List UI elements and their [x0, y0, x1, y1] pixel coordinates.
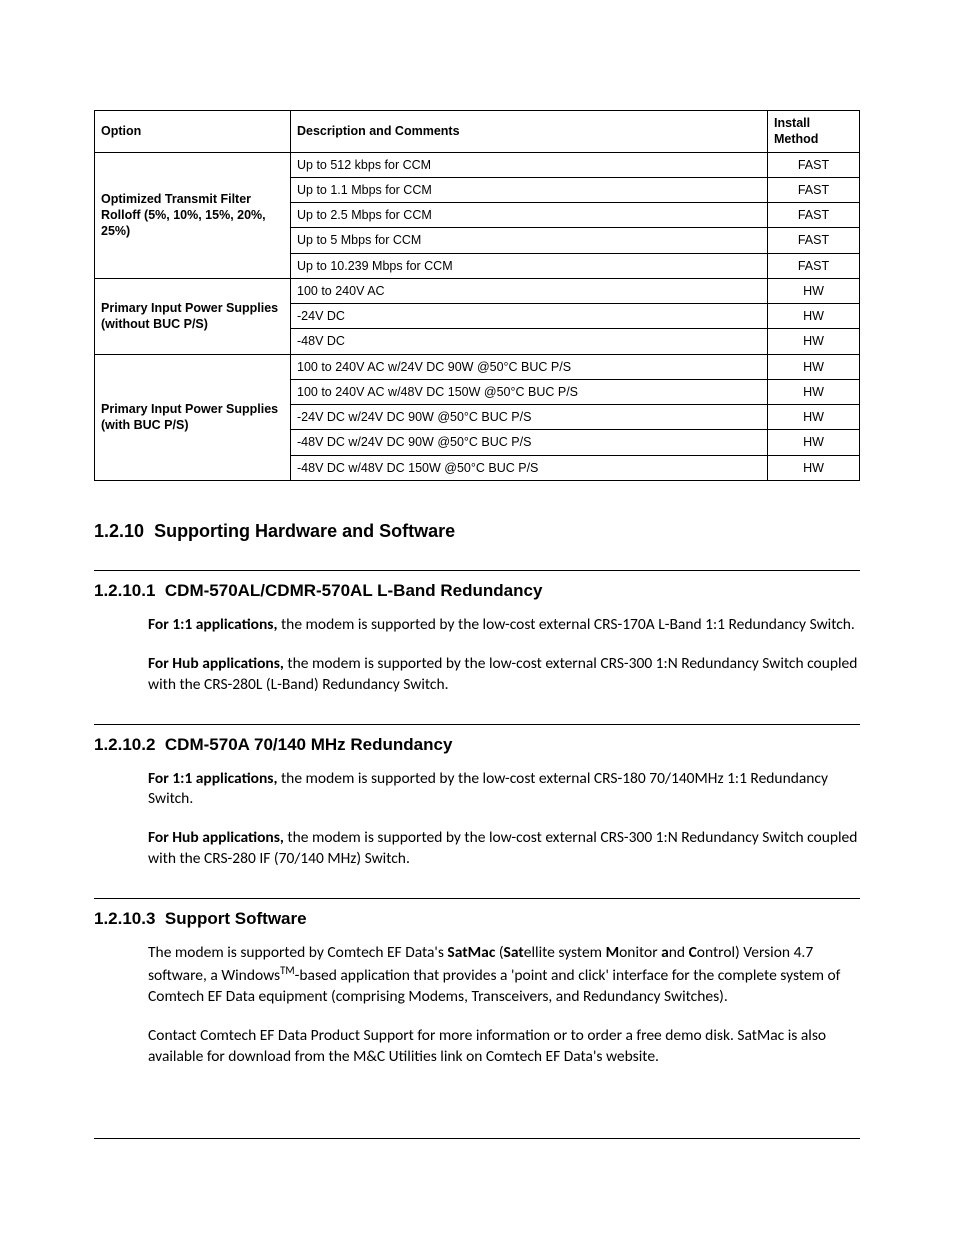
- install-cell: HW: [768, 455, 860, 480]
- desc-cell: -48V DC w/24V DC 90W @50°C BUC P/S: [291, 430, 768, 455]
- install-cell: HW: [768, 379, 860, 404]
- paragraph: The modem is supported by Comtech EF Dat…: [148, 943, 860, 1008]
- body-run: the modem is supported by the low-cost e…: [277, 615, 854, 634]
- page: Option Description and Comments Install …: [0, 0, 954, 1199]
- bold-run: M: [606, 943, 620, 962]
- table-row: Primary Input Power Supplies (with BUC P…: [95, 354, 860, 379]
- desc-cell: Up to 2.5 Mbps for CCM: [291, 203, 768, 228]
- paragraph: For 1:1 applications, the modem is suppo…: [148, 615, 860, 636]
- body-run: Contact Comtech EF Data Product Support …: [148, 1026, 826, 1066]
- option-cell: Primary Input Power Supplies (without BU…: [95, 278, 291, 354]
- section-1-2-10-2: 1.2.10.2 CDM-570A 70/140 MHz Redundancy …: [94, 724, 860, 871]
- heading-1-2-10-2: 1.2.10.2 CDM-570A 70/140 MHz Redundancy: [94, 724, 860, 755]
- paragraph: For Hub applications, the modem is suppo…: [148, 654, 860, 696]
- install-cell: HW: [768, 329, 860, 354]
- install-cell: HW: [768, 278, 860, 303]
- desc-cell: -24V DC w/24V DC 90W @50°C BUC P/S: [291, 405, 768, 430]
- paragraph: Contact Comtech EF Data Product Support …: [148, 1026, 860, 1068]
- footer-rule: [94, 1138, 860, 1139]
- table-header-row: Option Description and Comments Install …: [95, 111, 860, 153]
- desc-cell: -24V DC: [291, 304, 768, 329]
- install-cell: HW: [768, 354, 860, 379]
- body-run: The modem is supported by Comtech EF Dat…: [148, 943, 447, 962]
- heading-title: Support Software: [165, 909, 307, 928]
- heading-num: 1.2.10: [94, 521, 144, 541]
- desc-cell: Up to 1.1 Mbps for CCM: [291, 177, 768, 202]
- bold-run: Sat: [504, 943, 524, 962]
- heading-num: 1.2.10.1: [94, 581, 155, 600]
- trademark-sup: TM: [280, 964, 295, 977]
- desc-cell: -48V DC w/48V DC 150W @50°C BUC P/S: [291, 455, 768, 480]
- th-desc: Description and Comments: [291, 111, 768, 153]
- table-row: Optimized Transmit Filter Rolloff (5%, 1…: [95, 152, 860, 177]
- body-run: (: [495, 943, 503, 962]
- option-cell: Primary Input Power Supplies (with BUC P…: [95, 354, 291, 480]
- table-row: Primary Input Power Supplies (without BU…: [95, 278, 860, 303]
- desc-cell: Up to 5 Mbps for CCM: [291, 228, 768, 253]
- heading-title: Supporting Hardware and Software: [154, 521, 455, 541]
- desc-cell: 100 to 240V AC w/24V DC 90W @50°C BUC P/…: [291, 354, 768, 379]
- bold-run: a: [661, 943, 669, 962]
- install-cell: FAST: [768, 152, 860, 177]
- heading-1-2-10-3: 1.2.10.3 Support Software: [94, 898, 860, 929]
- desc-cell: -48V DC: [291, 329, 768, 354]
- paragraph: For 1:1 applications, the modem is suppo…: [148, 769, 860, 811]
- install-cell: FAST: [768, 177, 860, 202]
- desc-cell: 100 to 240V AC: [291, 278, 768, 303]
- body-run: ellite system: [524, 943, 606, 962]
- install-cell: FAST: [768, 203, 860, 228]
- install-cell: HW: [768, 430, 860, 455]
- options-table: Option Description and Comments Install …: [94, 110, 860, 481]
- lead-text: For 1:1 applications,: [148, 769, 277, 788]
- bold-run: SatMac: [447, 943, 495, 962]
- lead-text: For Hub applications,: [148, 654, 284, 673]
- heading-title: CDM-570A 70/140 MHz Redundancy: [165, 735, 453, 754]
- section-1-2-10-3: 1.2.10.3 Support Software The modem is s…: [94, 898, 860, 1068]
- option-cell: Optimized Transmit Filter Rolloff (5%, 1…: [95, 152, 291, 278]
- heading-1-2-10-1: 1.2.10.1 CDM-570AL/CDMR-570AL L-Band Red…: [94, 570, 860, 601]
- desc-cell: Up to 10.239 Mbps for CCM: [291, 253, 768, 278]
- install-cell: HW: [768, 405, 860, 430]
- heading-title: CDM-570AL/CDMR-570AL L-Band Redundancy: [165, 581, 543, 600]
- desc-cell: Up to 512 kbps for CCM: [291, 152, 768, 177]
- paragraph: For Hub applications, the modem is suppo…: [148, 828, 860, 870]
- body-run: nd: [669, 943, 689, 962]
- section-1-2-10-1: 1.2.10.1 CDM-570AL/CDMR-570AL L-Band Red…: [94, 570, 860, 696]
- th-option: Option: [95, 111, 291, 153]
- install-cell: HW: [768, 304, 860, 329]
- lead-text: For 1:1 applications,: [148, 615, 277, 634]
- install-cell: FAST: [768, 228, 860, 253]
- bold-run: C: [689, 943, 697, 962]
- install-cell: FAST: [768, 253, 860, 278]
- body-run: onitor: [619, 943, 661, 962]
- heading-num: 1.2.10.2: [94, 735, 155, 754]
- lead-text: For Hub applications,: [148, 828, 284, 847]
- th-install: Install Method: [768, 111, 860, 153]
- heading-num: 1.2.10.3: [94, 909, 155, 928]
- desc-cell: 100 to 240V AC w/48V DC 150W @50°C BUC P…: [291, 379, 768, 404]
- heading-1-2-10: 1.2.10 Supporting Hardware and Software: [94, 521, 860, 542]
